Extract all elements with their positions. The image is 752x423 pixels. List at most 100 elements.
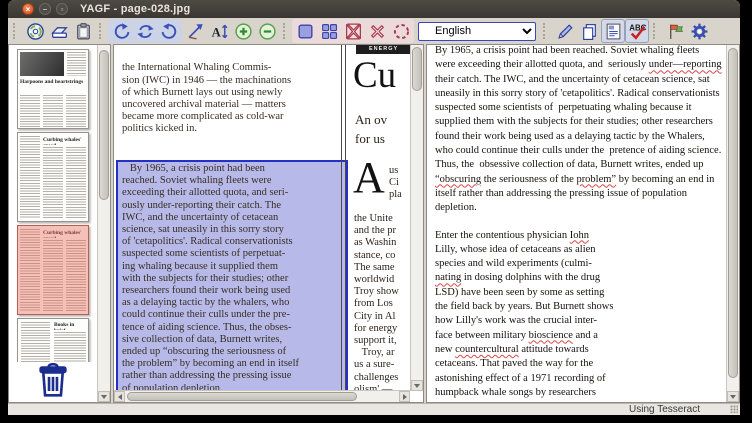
dropcap-lines: us Ci pla [389, 165, 402, 202]
page-thumbnail-4[interactable]: Books in brief [17, 318, 89, 366]
article-subtitle-fragment: An ov for us [355, 111, 387, 148]
misspelled-word: nating [435, 272, 461, 283]
scanner-icon [50, 22, 69, 41]
delete-page-button[interactable] [36, 361, 70, 403]
text-editor[interactable]: By 1965, a crisis point had been reached… [427, 45, 726, 402]
check-spelling-button[interactable]: ABC [625, 19, 649, 43]
text-vscrollbar-thumb[interactable] [728, 48, 738, 378]
resize-grip[interactable] [730, 405, 738, 413]
document-hscrollbar-thumb[interactable] [127, 392, 357, 401]
scan-image-button[interactable] [47, 19, 71, 43]
trash-icon [36, 361, 70, 398]
toolbar-handle [653, 23, 659, 39]
thumbnail-decoration [43, 95, 63, 127]
selected-block-1[interactable]: By 1965, a crisis point had been reached… [116, 160, 348, 391]
ocr-text-segment: Enter the contentious physician [435, 230, 570, 241]
misspelled-word: McVay [459, 401, 489, 402]
thumbnail-decoration [43, 147, 63, 219]
toolbar-handle [543, 23, 549, 39]
thumbnail-decoration [54, 332, 86, 364]
toolbar-handle [13, 23, 19, 39]
rotate-180-button[interactable] [133, 19, 157, 43]
toolbar-group-adjust: A [182, 19, 280, 43]
toolbar-handle [283, 23, 289, 39]
document-scroll-left-stepper[interactable] [114, 391, 125, 402]
zoom-out-icon [258, 22, 277, 41]
clear-all-blocks-button[interactable] [341, 19, 365, 43]
zoom-in-icon [234, 22, 253, 41]
cd-icon [26, 22, 45, 41]
edit-text-button[interactable] [553, 19, 577, 43]
select-multiple-blocks-button[interactable] [317, 19, 341, 43]
scanned-paragraph: the International Whaling Commis- sion (… [122, 62, 346, 135]
thumbnail-panel: Harpoons and heartstringsCurbing whales'… [8, 44, 111, 403]
zoom-out-button[interactable] [255, 19, 279, 43]
settings-button[interactable] [687, 19, 711, 43]
page-thumbnail-3[interactable]: Curbing whales' greed [17, 225, 89, 315]
titlebar: × – ▫ YAGF - page-028.jpg [8, 0, 740, 18]
copy-icon [580, 22, 599, 41]
thumbnail-list: Harpoons and heartstringsCurbing whales'… [9, 45, 97, 366]
rotate-right-button[interactable] [157, 19, 181, 43]
ocr-paragraph: Enter the contentious physician Iohn Lil… [435, 229, 722, 402]
thumbnail-vscrollbar[interactable] [97, 45, 110, 402]
window-controls: × – ▫ [22, 3, 68, 15]
copy-text-button[interactable] [577, 19, 601, 43]
thumbnail-vscrollbar-thumb[interactable] [99, 50, 109, 200]
page-thumbnail-1[interactable]: Harpoons and heartstrings [17, 49, 89, 129]
thumbnail-scroll-down-stepper[interactable] [98, 391, 110, 402]
thumbnail-decoration [20, 229, 40, 312]
ocr-text-segment: Lilly, whose idea of cetaceans as alien … [435, 244, 596, 269]
text-vscrollbar[interactable] [726, 45, 739, 402]
document-vscrollbar[interactable] [410, 45, 423, 391]
thumbnail-photo [20, 52, 64, 76]
text-size-button[interactable]: A [207, 19, 231, 43]
minimize-button[interactable]: – [39, 3, 51, 15]
select-block-button[interactable] [293, 19, 317, 43]
toolbar-group-text: ABC [552, 19, 650, 43]
thumbnail-decoration [20, 95, 40, 127]
block-icon [296, 22, 315, 41]
report-flag-button[interactable] [663, 19, 687, 43]
paste-image-button[interactable] [71, 19, 95, 43]
thumbnail-decoration [66, 240, 86, 312]
status-bar: Using Tesseract [8, 403, 740, 415]
thumbnail-panel-footer [9, 362, 97, 402]
document-hscrollbar[interactable] [114, 390, 410, 402]
scanned-column2-lines: the Unite and the pr as Washin stance, c… [354, 213, 399, 391]
toolbar-handle [99, 23, 105, 39]
open-image-button[interactable] [23, 19, 47, 43]
recognize-text-button[interactable] [601, 19, 625, 43]
rotate-left-button[interactable] [109, 19, 133, 43]
document-view: the International Whaling Commis- sion (… [113, 44, 424, 403]
text-scroll-down-stepper[interactable] [727, 391, 739, 402]
maximize-button[interactable]: ▫ [56, 3, 68, 15]
close-button[interactable]: × [22, 3, 34, 15]
blocks-icon [320, 22, 339, 41]
toolbar-group-rotate [108, 19, 182, 43]
language-select[interactable]: English [418, 22, 536, 41]
page-thumbnail-2[interactable]: Curbing whales' greed [17, 132, 89, 222]
misspelled-word: bioscience [529, 330, 573, 341]
toolbar-group-blocks [292, 19, 414, 43]
rot-left-icon [112, 22, 131, 41]
document-vscrollbar-thumb[interactable] [412, 47, 422, 91]
toolbar-group-file [22, 19, 96, 43]
zoom-in-button[interactable] [231, 19, 255, 43]
select-whole-page-button[interactable] [389, 19, 413, 43]
rot-right-icon [160, 22, 179, 41]
document-scroll-right-stepper[interactable] [399, 391, 410, 402]
ocr-icon [604, 22, 623, 41]
thumbnail-decoration [66, 147, 86, 219]
misspelled-word: problem” [576, 174, 616, 185]
ocr-text: By 1965, a crisis point had been reached… [435, 45, 722, 402]
clear-block-button[interactable] [365, 19, 389, 43]
thumbnail-decoration [20, 136, 40, 219]
document-scroll-down-stepper[interactable] [411, 380, 423, 391]
thumbnail-decoration [66, 95, 86, 127]
toolbar: A English ABC [8, 18, 740, 45]
gear-icon [690, 22, 709, 41]
deskew-button[interactable] [183, 19, 207, 43]
deskew-icon [186, 22, 205, 41]
app-window: × – ▫ YAGF - page-028.jpg A English ABC Ha… [8, 0, 740, 415]
